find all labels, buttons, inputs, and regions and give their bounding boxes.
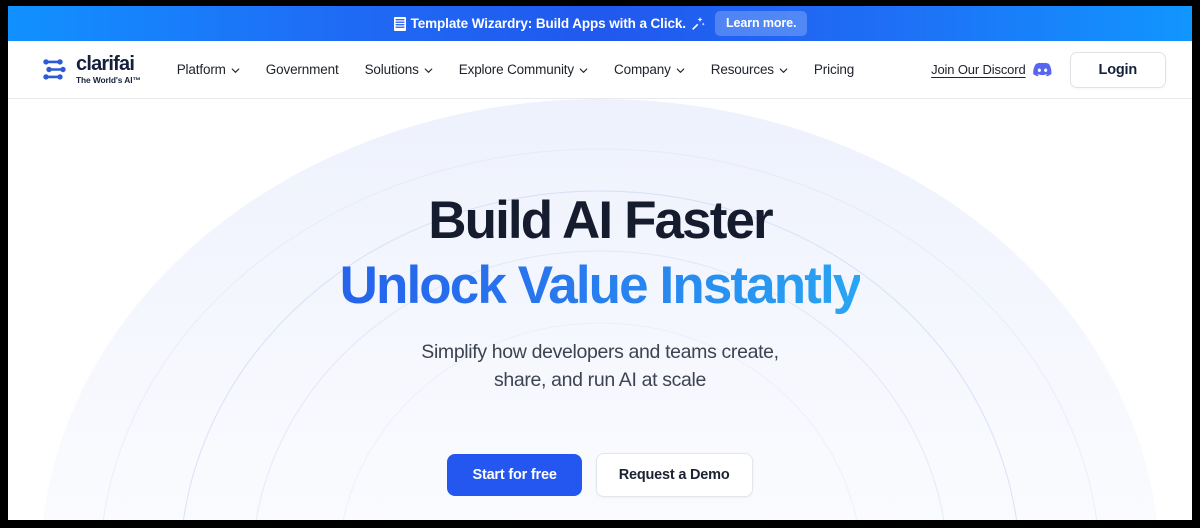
- main-navigation: Platform Government Solutions Explore Co…: [177, 54, 931, 85]
- hero-cta-row: Start for free Request a Demo: [447, 453, 753, 498]
- nav-label: Resources: [710, 62, 774, 77]
- clarifai-dots-logo-icon: [43, 59, 66, 80]
- announcement-banner: Template Wizardry: Build Apps with a Cli…: [8, 6, 1192, 41]
- banner-text: Template Wizardry: Build Apps with a Cli…: [410, 16, 686, 31]
- start-for-free-button[interactable]: Start for free: [447, 454, 582, 497]
- hero-section: Build AI Faster Unlock Value Instantly S…: [8, 99, 1192, 520]
- hero-subtitle-line1: Simplify how developers and teams create…: [421, 341, 779, 364]
- nav-item-company[interactable]: Company: [614, 54, 685, 85]
- nav-label: Pricing: [813, 62, 855, 77]
- nav-item-resources[interactable]: Resources: [711, 54, 788, 85]
- discord-label: Join Our Discord: [931, 62, 1026, 77]
- nav-label: Solutions: [364, 62, 419, 77]
- nav-item-government[interactable]: Government: [266, 54, 339, 85]
- banner-message: Template Wizardry: Build Apps with a Cli…: [393, 16, 706, 32]
- header-actions: Join Our Discord Login: [931, 51, 1166, 88]
- hero-subtitle-line2: share, and run AI at scale: [493, 369, 707, 392]
- hero-subtitle: Simplify how developers and teams create…: [421, 338, 779, 394]
- discord-icon: [1032, 62, 1051, 77]
- brand-tagline: The World's AI™: [76, 75, 141, 86]
- nav-label: Government: [265, 62, 339, 77]
- nav-item-explore-community[interactable]: Explore Community: [459, 54, 588, 85]
- nav-label: Explore Community: [458, 62, 574, 77]
- join-discord-link[interactable]: Join Our Discord: [931, 62, 1051, 77]
- banner-learn-more-button[interactable]: Learn more.: [714, 11, 808, 36]
- chevron-down-icon: [676, 67, 685, 73]
- chevron-down-icon: [231, 67, 240, 73]
- nav-item-pricing[interactable]: Pricing: [814, 54, 854, 85]
- chevron-down-icon: [779, 67, 788, 73]
- document-lines-icon: [393, 16, 406, 31]
- page-root: Template Wizardry: Build Apps with a Cli…: [8, 6, 1192, 520]
- brand-name: clarifai: [76, 53, 135, 76]
- brand-logo[interactable]: clarifai The World's AI™: [42, 54, 141, 85]
- hero-headline-line1: Build AI Faster: [428, 191, 773, 250]
- site-header: clarifai The World's AI™ Platform Govern…: [8, 41, 1192, 99]
- request-demo-button[interactable]: Request a Demo: [595, 453, 753, 498]
- hero-content: Build AI Faster Unlock Value Instantly S…: [8, 99, 1192, 498]
- nav-item-solutions[interactable]: Solutions: [365, 54, 433, 85]
- nav-label: Platform: [176, 62, 226, 77]
- nav-item-platform[interactable]: Platform: [177, 54, 240, 85]
- nav-label: Company: [614, 62, 671, 77]
- login-button[interactable]: Login: [1069, 51, 1166, 88]
- chevron-down-icon: [579, 67, 588, 73]
- browser-viewport: Template Wizardry: Build Apps with a Cli…: [0, 0, 1200, 528]
- chevron-down-icon: [424, 67, 433, 73]
- brand-lockup: clarifai The World's AI™: [76, 54, 141, 84]
- sparkle-wand-icon: [692, 17, 705, 30]
- hero-headline-line2: Unlock Value Instantly: [339, 255, 863, 315]
